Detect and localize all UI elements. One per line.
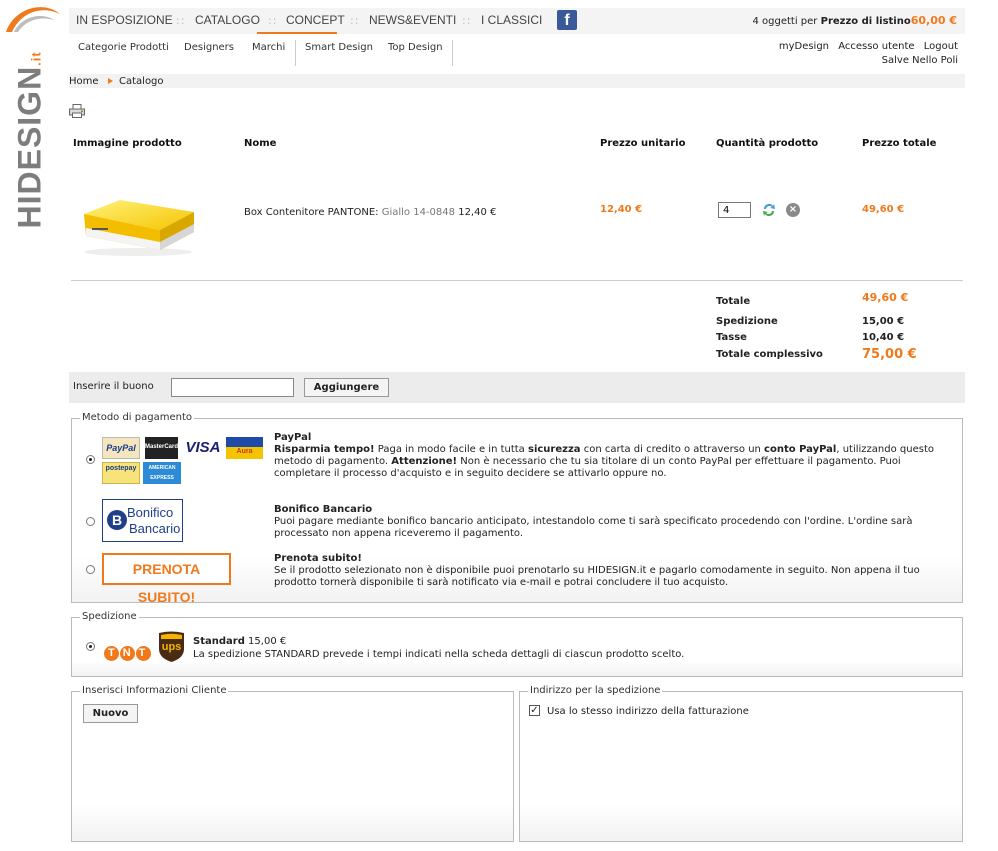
site-logo[interactable]: HIDESIGN.it (0, 0, 64, 260)
value-totale-complessivo: 75,00 € (862, 347, 917, 362)
tnt-logo-icon: TNT (104, 646, 152, 662)
coupon-add-button[interactable]: Aggiungere (304, 378, 389, 397)
link-logout[interactable]: Logout (924, 41, 958, 52)
top-navigation: IN ESPOSIZIONE :: CATALOGO :: CONCEPT ::… (69, 8, 965, 34)
subnav-categorie-prodotti[interactable]: Categorie Prodotti (78, 42, 169, 53)
bonifico-logo-line1: Bonifico (127, 505, 174, 520)
refresh-icon[interactable] (761, 202, 777, 218)
nav-concept[interactable]: CONCEPT (286, 13, 345, 27)
nav-separator: :: (462, 14, 472, 27)
breadcrumb-home[interactable]: Home (69, 76, 99, 87)
unit-price: 12,40 € (600, 204, 643, 215)
link-accesso-utente[interactable]: Accesso utente (838, 41, 914, 52)
postepay-logo-icon: postepay (102, 462, 140, 484)
payment-radio-bonifico[interactable] (86, 517, 95, 526)
paypal-logo-icon: PayPal (102, 437, 140, 459)
ups-logo-text: ups (161, 641, 182, 653)
customer-legend: Inserisci Informazioni Cliente (80, 685, 229, 696)
nav-active-underline (257, 32, 337, 34)
label-totale-complessivo: Totale complessivo (716, 349, 823, 360)
user-links: myDesign Accesso utente Logout (773, 41, 958, 52)
payment-title-paypal: PayPal (274, 432, 312, 443)
quantity-input[interactable] (718, 202, 751, 218)
nav-separator: :: (176, 14, 186, 27)
nav-in-esposizione[interactable]: IN ESPOSIZIONE (76, 13, 173, 27)
header-prezzo-totale: Prezzo totale (862, 138, 937, 149)
shipping-option-title: Standard 15,00 € (193, 636, 287, 647)
shipping-box: Spedizione TNT ups Standard 15,00 € La s… (71, 611, 963, 677)
shipping-legend: Spedizione (80, 611, 139, 622)
label-totale: Totale (716, 296, 751, 307)
link-mydesign[interactable]: myDesign (779, 41, 829, 52)
coupon-label: Inserire il buono (73, 381, 154, 392)
label-spedizione: Spedizione (716, 316, 778, 327)
product-name[interactable]: Box Contenitore PANTONE: Giallo 14-0848 … (244, 207, 496, 218)
payment-text-bonifico: Puoi pagare mediante bonifico bancario a… (274, 516, 913, 539)
aura-logo-icon: Aura (226, 437, 263, 459)
coupon-input[interactable] (171, 378, 294, 397)
subnav-divider (295, 40, 296, 66)
payment-legend: Metodo di pagamento (80, 412, 194, 423)
user-greeting: Salve Nello Poli (881, 55, 958, 66)
subnav-marchi[interactable]: Marchi (252, 42, 285, 53)
payment-radio-prenota[interactable] (86, 565, 95, 574)
cart-summary[interactable]: 4 oggetti per Prezzo di listino60,00 € (753, 14, 958, 27)
header-prezzo-unitario: Prezzo unitario (600, 138, 686, 149)
shipping-address-box: Indirizzo per la spedizione ✓ Usa lo ste… (519, 685, 963, 842)
product-image[interactable] (76, 168, 198, 258)
same-address-checkbox[interactable]: ✓ (529, 705, 540, 716)
breadcrumb: Home Catalogo (69, 74, 965, 88)
payment-title-bonifico: Bonifico Bancario (274, 504, 373, 515)
header-nome: Nome (244, 138, 277, 149)
payment-text-prenota: Se il prodotto selezionato non è disponi… (274, 565, 920, 588)
nav-news-eventi[interactable]: NEWS&EVENTI (369, 13, 456, 27)
bonifico-logo-line2: Bancario (129, 521, 181, 536)
header-quantita: Quantità prodotto (716, 138, 819, 149)
print-icon[interactable] (69, 104, 85, 118)
new-customer-button[interactable]: Nuovo (83, 704, 138, 723)
same-address-label: Usa lo stesso indirizzo della fatturazio… (547, 706, 749, 717)
breadcrumb-current: Catalogo (119, 76, 164, 87)
payment-text-paypal: Risparmia tempo! Paga in modo facile e i… (274, 444, 935, 479)
prenota-logo-icon: PRENOTA SUBITO! (102, 553, 231, 605)
shipping-radio-standard[interactable] (86, 642, 95, 651)
value-spedizione: 15,00 € (862, 316, 905, 327)
bonifico-logo-icon: B Bonifico Bancario (102, 499, 183, 542)
payment-title-prenota: Prenota subito! (274, 553, 362, 564)
svg-text:B: B (112, 512, 122, 528)
payment-radio-paypal[interactable] (86, 455, 95, 464)
subnav-divider (452, 40, 453, 66)
remove-item-icon[interactable]: × (786, 203, 800, 217)
nav-catalogo[interactable]: CATALOGO (195, 13, 260, 27)
tnt-logo-text: TNT (108, 647, 154, 659)
coupon-bar: Inserire il buono Aggiungere (69, 372, 965, 403)
subnav-top-design[interactable]: Top Design (388, 42, 443, 53)
amex-logo-icon: AMERICAN EXPRESS (143, 462, 181, 484)
table-divider (71, 280, 963, 281)
value-tasse: 10,40 € (862, 332, 905, 343)
nav-separator: :: (350, 14, 360, 27)
mastercard-logo-icon: MasterCard (145, 437, 178, 459)
nav-separator: :: (268, 14, 278, 27)
subnav-smart-design[interactable]: Smart Design (305, 42, 373, 53)
shipping-option-text: La spedizione STANDARD prevede i tempi i… (193, 649, 685, 660)
customer-info-box: Inserisci Informazioni Cliente Nuovo (71, 685, 514, 842)
value-totale: 49,60 € (862, 291, 909, 304)
address-legend: Indirizzo per la spedizione (528, 685, 663, 696)
header-immagine: Immagine prodotto (73, 138, 182, 149)
label-tasse: Tasse (716, 332, 747, 343)
row-total: 49,60 € (862, 204, 905, 215)
breadcrumb-arrow-icon (108, 78, 113, 84)
bonifico-b-icon: B (107, 510, 127, 530)
payment-method-box: Metodo di pagamento PayPal MasterCard VI… (71, 412, 963, 605)
subnav-designers[interactable]: Designers (184, 42, 234, 53)
logo-text: HIDESIGN.it (11, 51, 48, 229)
visa-logo-icon: VISA (185, 439, 221, 456)
nav-i-classici[interactable]: I CLASSICI (481, 13, 542, 27)
facebook-icon[interactable]: f (557, 10, 577, 30)
ups-logo-icon: ups (158, 631, 185, 663)
